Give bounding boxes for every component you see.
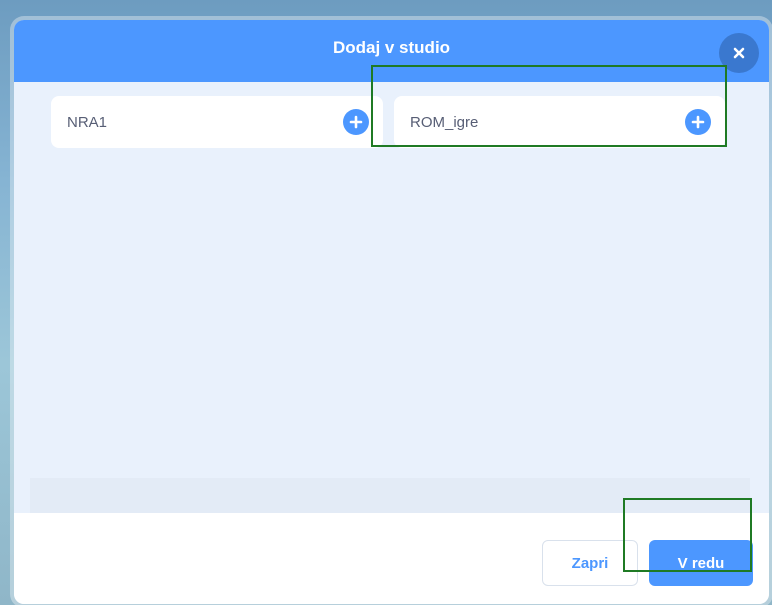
add-to-studio-dialog: Dodaj v studio NRA1 ROM_igre Zapri V red…	[14, 20, 769, 604]
studio-item-label: ROM_igre	[410, 113, 479, 131]
studio-item-rom-igre[interactable]: ROM_igre	[394, 96, 725, 148]
dialog-header: Dodaj v studio	[14, 20, 769, 82]
studio-item-nra1[interactable]: NRA1	[51, 96, 383, 148]
add-studio-button[interactable]	[685, 109, 711, 135]
dialog-title: Dodaj v studio	[332, 38, 451, 57]
plus-circle-icon	[349, 115, 363, 129]
list-scroll-area	[30, 478, 750, 514]
plus-circle-icon	[691, 115, 705, 129]
ok-button[interactable]: V redu	[649, 540, 753, 586]
close-button[interactable]	[719, 33, 759, 73]
add-studio-button[interactable]	[343, 109, 369, 135]
close-icon	[733, 47, 745, 59]
dialog-footer: Zapri V redu	[14, 513, 769, 604]
cancel-button[interactable]: Zapri	[542, 540, 638, 586]
studio-item-label: NRA1	[67, 113, 108, 131]
